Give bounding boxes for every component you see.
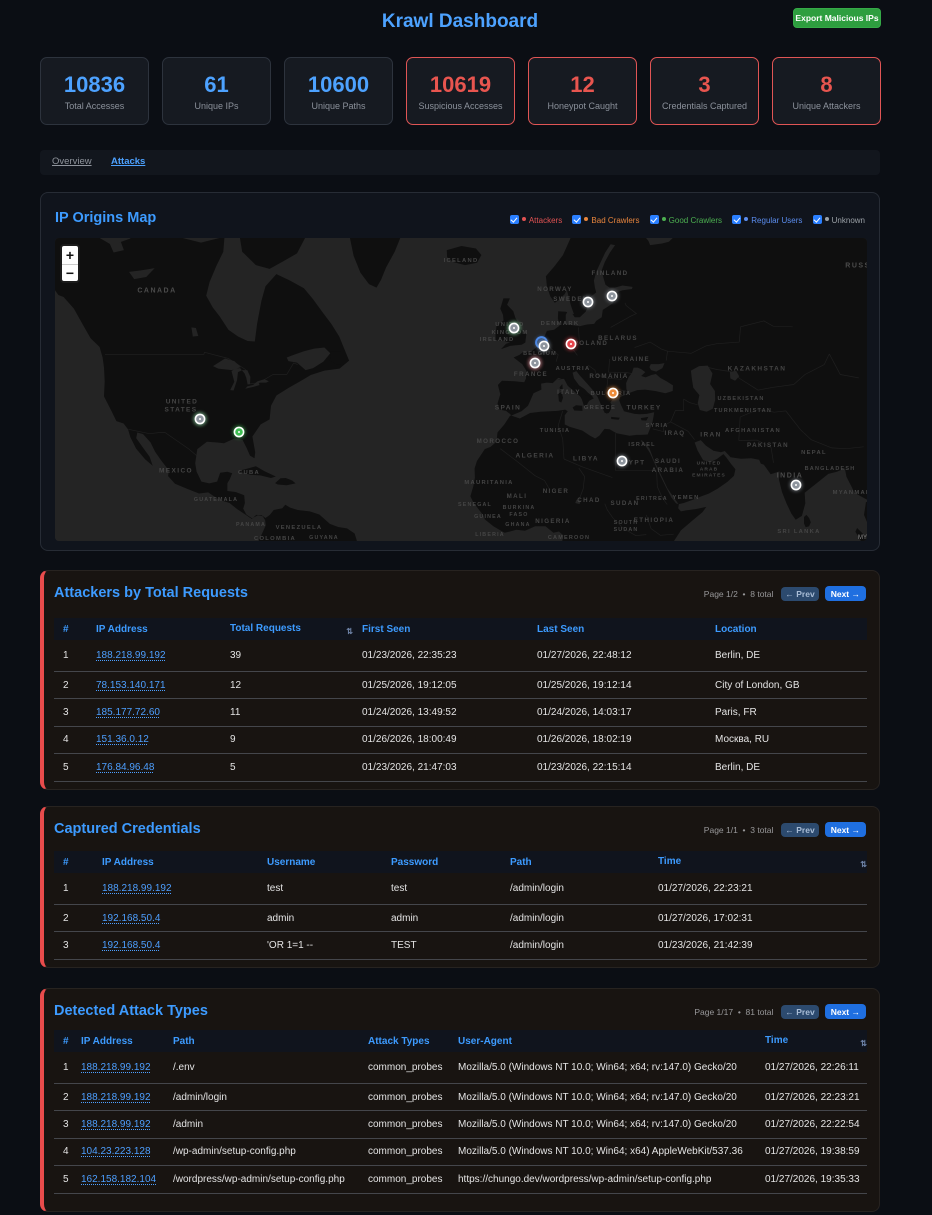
- svg-text:PANAMA: PANAMA: [236, 522, 266, 528]
- svg-text:TURKMENISTAN: TURKMENISTAN: [714, 408, 772, 414]
- svg-text:ITALY: ITALY: [557, 389, 581, 396]
- svg-text:LIBERIA: LIBERIA: [475, 532, 505, 538]
- svg-text:GREECE: GREECE: [584, 405, 616, 411]
- svg-text:SUDAN: SUDAN: [614, 527, 639, 533]
- svg-text:GUATEMALA: GUATEMALA: [194, 497, 238, 503]
- svg-text:NEPAL: NEPAL: [801, 450, 827, 456]
- svg-text:ARABIA: ARABIA: [652, 467, 684, 474]
- svg-text:CHAD: CHAD: [577, 497, 600, 504]
- svg-text:MYA: MYA: [858, 535, 867, 541]
- svg-text:COLOMBIA: COLOMBIA: [254, 536, 296, 541]
- svg-text:SRI LANKA: SRI LANKA: [777, 529, 820, 535]
- svg-text:IRAN: IRAN: [700, 431, 722, 438]
- svg-text:MAURITANIA: MAURITANIA: [464, 480, 513, 486]
- svg-text:GUYANA: GUYANA: [309, 535, 339, 541]
- svg-text:RUSSIA: RUSSIA: [845, 262, 867, 269]
- svg-text:STATES: STATES: [164, 406, 197, 413]
- svg-text:NIGER: NIGER: [543, 488, 570, 495]
- svg-text:BURKINA: BURKINA: [503, 505, 536, 511]
- svg-text:UZBEKISTAN: UZBEKISTAN: [717, 396, 764, 402]
- svg-text:DENMARK: DENMARK: [541, 321, 580, 327]
- svg-text:SYRIA: SYRIA: [646, 423, 669, 429]
- svg-text:ROMANIA: ROMANIA: [589, 373, 628, 380]
- svg-text:CUBA: CUBA: [238, 470, 260, 476]
- svg-text:IRAQ: IRAQ: [664, 430, 685, 437]
- svg-text:BELARUS: BELARUS: [598, 335, 638, 342]
- svg-text:MALI: MALI: [507, 493, 528, 500]
- svg-text:LIBYA: LIBYA: [573, 455, 599, 462]
- svg-text:PAKISTAN: PAKISTAN: [747, 442, 789, 449]
- svg-text:MEXICO: MEXICO: [159, 467, 193, 474]
- svg-text:BANGLADESH: BANGLADESH: [805, 466, 856, 472]
- svg-text:VENEZUELA: VENEZUELA: [276, 525, 323, 531]
- svg-text:FRANCE: FRANCE: [514, 371, 548, 378]
- svg-text:YEMEN: YEMEN: [672, 495, 699, 501]
- svg-text:BELGIUM: BELGIUM: [523, 351, 557, 357]
- svg-text:NORWAY: NORWAY: [537, 286, 573, 293]
- svg-text:UKRAINE: UKRAINE: [612, 356, 650, 363]
- svg-text:EMIRATES: EMIRATES: [692, 473, 726, 479]
- svg-text:UNITED: UNITED: [697, 461, 722, 467]
- svg-text:AFGHANISTAN: AFGHANISTAN: [725, 428, 781, 434]
- svg-text:SUDAN: SUDAN: [610, 500, 639, 507]
- svg-text:ARAB: ARAB: [700, 467, 719, 473]
- svg-text:SAUDI: SAUDI: [655, 458, 681, 465]
- svg-text:NIGERIA: NIGERIA: [535, 518, 571, 525]
- svg-text:ICELAND: ICELAND: [444, 258, 479, 264]
- svg-text:INDIA: INDIA: [777, 472, 804, 479]
- svg-text:SENEGAL: SENEGAL: [458, 502, 492, 508]
- svg-text:ETHIOPIA: ETHIOPIA: [634, 517, 674, 524]
- svg-text:ERITREA: ERITREA: [636, 496, 668, 502]
- svg-text:GUINEA: GUINEA: [474, 514, 502, 520]
- svg-text:MOROCCO: MOROCCO: [477, 438, 520, 445]
- svg-text:IRELAND: IRELAND: [480, 337, 515, 343]
- svg-text:SOUTH: SOUTH: [614, 520, 639, 526]
- svg-text:TURKEY: TURKEY: [626, 404, 661, 411]
- svg-text:ISRAEL: ISRAEL: [628, 442, 655, 448]
- svg-text:ALGERIA: ALGERIA: [515, 452, 554, 459]
- svg-text:TUNISIA: TUNISIA: [540, 428, 570, 434]
- svg-text:FASO: FASO: [509, 512, 528, 518]
- svg-text:GHANA: GHANA: [505, 522, 530, 528]
- svg-text:AUSTRIA: AUSTRIA: [556, 366, 591, 372]
- svg-text:CANADA: CANADA: [137, 288, 176, 295]
- svg-text:UNITED: UNITED: [166, 398, 199, 405]
- svg-text:CAMEROON: CAMEROON: [548, 535, 590, 541]
- svg-text:KAZAKHSTAN: KAZAKHSTAN: [728, 365, 787, 372]
- svg-text:FINLAND: FINLAND: [592, 270, 629, 277]
- svg-text:SPAIN: SPAIN: [495, 404, 521, 411]
- svg-text:MYANMAR: MYANMAR: [833, 490, 867, 496]
